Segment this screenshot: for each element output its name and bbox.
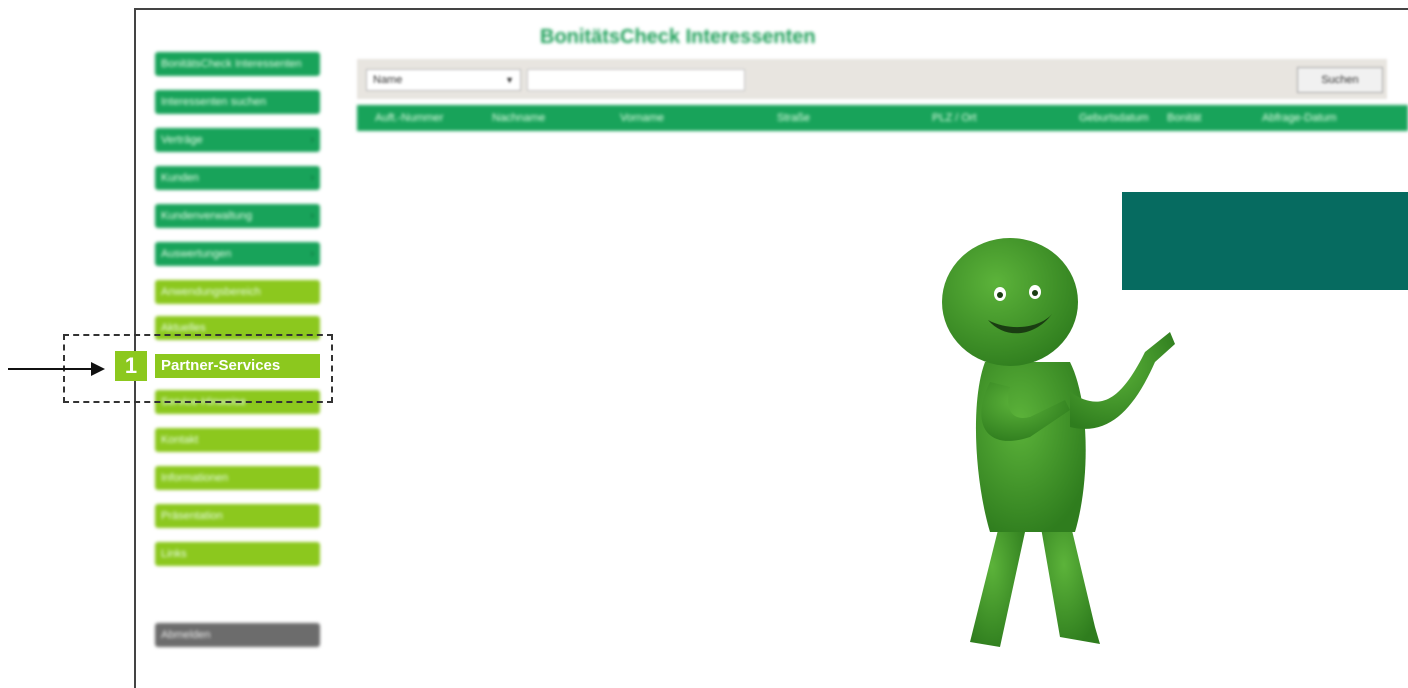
sidebar-item-links[interactable]: Links bbox=[155, 542, 320, 566]
chevron-down-icon: ▼ bbox=[505, 75, 514, 85]
sidebar-item-auswertungen[interactable]: Auswertungen › bbox=[155, 242, 320, 266]
column-header[interactable]: PLZ / Ort bbox=[932, 105, 977, 131]
chevron-right-icon: › bbox=[310, 172, 314, 184]
callout-number-badge: 1 bbox=[115, 351, 147, 381]
sidebar-item-vertraege[interactable]: Verträge › bbox=[155, 128, 320, 152]
column-header[interactable]: Geburtsdatum bbox=[1079, 105, 1149, 131]
sidebar-item-bonitaetscheck[interactable]: BonitätsCheck Interessenten bbox=[155, 52, 320, 76]
sidebar-item-praesentation[interactable]: Präsentation bbox=[155, 504, 320, 528]
sidebar-item-kontakt[interactable]: Kontakt bbox=[155, 428, 320, 452]
page-title: BonitätsCheck Interessenten bbox=[540, 26, 816, 48]
chevron-right-icon: › bbox=[310, 248, 314, 260]
column-header[interactable]: Bonität bbox=[1167, 105, 1201, 131]
column-header[interactable]: Vorname bbox=[620, 105, 664, 131]
search-button[interactable]: Suchen bbox=[1297, 67, 1383, 93]
arrow-right-icon bbox=[91, 362, 105, 376]
sidebar-item-interessenten[interactable]: Interessenten suchen bbox=[155, 90, 320, 114]
sidebar-item-kunden[interactable]: Kunden › bbox=[155, 166, 320, 190]
logout-button[interactable]: Abmelden bbox=[155, 623, 320, 647]
search-field-select[interactable]: Name ▼ bbox=[366, 69, 521, 91]
chevron-right-icon: › bbox=[310, 210, 314, 222]
sidebar-item-kundenverwaltung[interactable]: Kundenverwaltung › bbox=[155, 204, 320, 228]
chevron-right-icon: › bbox=[310, 134, 314, 146]
column-header[interactable]: Straße bbox=[777, 105, 810, 131]
sidebar-item-informationen[interactable]: Informationen bbox=[155, 466, 320, 490]
callout-arrow-line bbox=[8, 368, 93, 370]
column-header[interactable]: Auft.-Nummer bbox=[375, 105, 443, 131]
column-header[interactable]: Nachname bbox=[492, 105, 545, 131]
mascot-illustration bbox=[942, 238, 1175, 647]
results-table-header: Auft.-Nummer Nachname Vorname Straße PLZ… bbox=[357, 105, 1408, 131]
sidebar-item-anwendungsbereich[interactable]: Anwendungsbereich bbox=[155, 280, 320, 304]
column-header[interactable]: Abfrage-Datum bbox=[1262, 105, 1337, 131]
search-input[interactable] bbox=[527, 69, 745, 91]
